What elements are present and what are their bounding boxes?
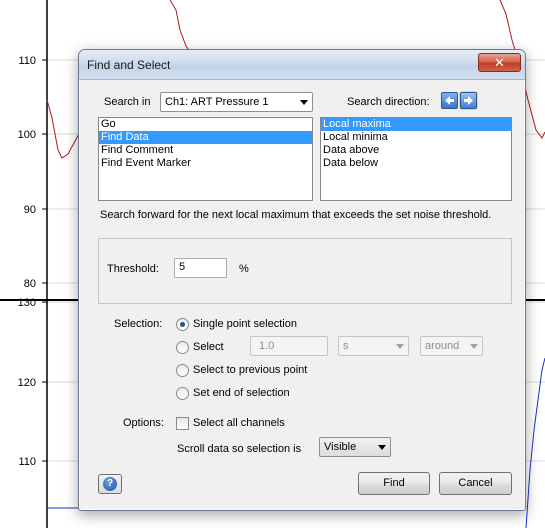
help-icon: ? <box>103 477 117 491</box>
search-forward-button[interactable] <box>460 92 477 109</box>
set-end-label[interactable]: Set end of selection <box>193 387 290 399</box>
scroll-visibility-value: Visible <box>324 441 357 453</box>
single-point-radio[interactable] <box>176 318 189 331</box>
select-position-dropdown[interactable]: around <box>420 336 483 356</box>
select-all-channels-checkbox[interactable] <box>176 417 189 430</box>
find-button[interactable]: Find <box>358 472 430 495</box>
threshold-value: 5 <box>179 261 186 273</box>
chevron-down-icon <box>300 100 308 105</box>
y-tick-label: 130 <box>18 297 36 309</box>
search-in-dropdown[interactable]: Ch1: ART Pressure 1 <box>160 92 313 112</box>
select-to-previous-label[interactable]: Select to previous point <box>193 364 307 376</box>
select-range-label[interactable]: Select <box>193 341 224 353</box>
arrow-right-icon <box>464 96 473 105</box>
select-unit-dropdown[interactable]: s <box>338 336 409 356</box>
threshold-unit: % <box>239 263 249 275</box>
select-amount-value: 1.0 <box>259 340 275 352</box>
select-amount-input[interactable]: 1.0 <box>250 336 328 356</box>
find-button-label: Find <box>383 477 405 489</box>
arrow-left-icon <box>445 96 454 105</box>
find-type-item[interactable]: Go <box>99 118 312 131</box>
select-all-channels-label[interactable]: Select all channels <box>193 417 285 429</box>
y-tick-label: 110 <box>18 456 36 468</box>
find-type-item[interactable]: Find Comment <box>99 144 312 157</box>
find-and-select-dialog: Find and Select ✕ Search in Ch1: ART Pre… <box>78 49 526 511</box>
single-point-label[interactable]: Single point selection <box>193 318 297 330</box>
chevron-down-icon <box>470 344 478 349</box>
y-tick-label: 120 <box>18 377 36 389</box>
close-icon: ✕ <box>494 55 505 70</box>
y-tick-label: 90 <box>24 204 36 216</box>
select-to-previous-radio[interactable] <box>176 364 189 377</box>
options-label: Options: <box>123 417 164 429</box>
criteria-item[interactable]: Data below <box>321 157 511 170</box>
threshold-input[interactable]: 5 <box>174 258 227 278</box>
set-end-radio[interactable] <box>176 387 189 400</box>
chevron-down-icon <box>378 445 386 450</box>
criteria-item[interactable]: Local minima <box>321 131 511 144</box>
dialog-title: Find and Select <box>87 58 171 72</box>
search-in-value: Ch1: ART Pressure 1 <box>165 96 269 108</box>
selection-label: Selection: <box>114 318 163 330</box>
tick-labels: 110 100 90 80 130 120 110 <box>18 55 47 468</box>
data-criteria-list[interactable]: Local maxima Local minima Data above Dat… <box>320 117 512 201</box>
search-description: Search forward for the next local maximu… <box>100 209 492 221</box>
close-button[interactable]: ✕ <box>478 53 521 72</box>
chevron-down-icon <box>396 344 404 349</box>
scroll-visibility-dropdown[interactable]: Visible <box>319 437 391 457</box>
criteria-item[interactable]: Data above <box>321 144 511 157</box>
search-in-label: Search in <box>104 96 151 108</box>
dialog-titlebar[interactable]: Find and Select ✕ <box>79 50 525 80</box>
y-tick-label: 80 <box>24 278 36 290</box>
threshold-label: Threshold: <box>107 263 159 275</box>
select-range-radio[interactable] <box>176 341 189 354</box>
scroll-label: Scroll data so selection is <box>177 443 302 455</box>
select-unit-value: s <box>343 340 349 352</box>
y-tick-label: 100 <box>18 129 36 141</box>
search-backward-button[interactable] <box>441 92 458 109</box>
y-tick-label: 110 <box>18 55 36 67</box>
cancel-button[interactable]: Cancel <box>439 472 512 495</box>
search-direction-label: Search direction: <box>347 96 430 108</box>
find-type-item[interactable]: Find Data <box>99 131 312 144</box>
find-type-item[interactable]: Find Event Marker <box>99 157 312 170</box>
cancel-button-label: Cancel <box>458 477 493 489</box>
threshold-group: Threshold: 5 % <box>98 238 512 304</box>
criteria-item[interactable]: Local maxima <box>321 118 511 131</box>
dialog-body: Search in Ch1: ART Pressure 1 Search dir… <box>87 87 518 504</box>
help-button[interactable]: ? <box>98 474 122 494</box>
find-type-list[interactable]: Go Find Data Find Comment Find Event Mar… <box>98 117 313 201</box>
select-position-value: around <box>425 340 460 352</box>
